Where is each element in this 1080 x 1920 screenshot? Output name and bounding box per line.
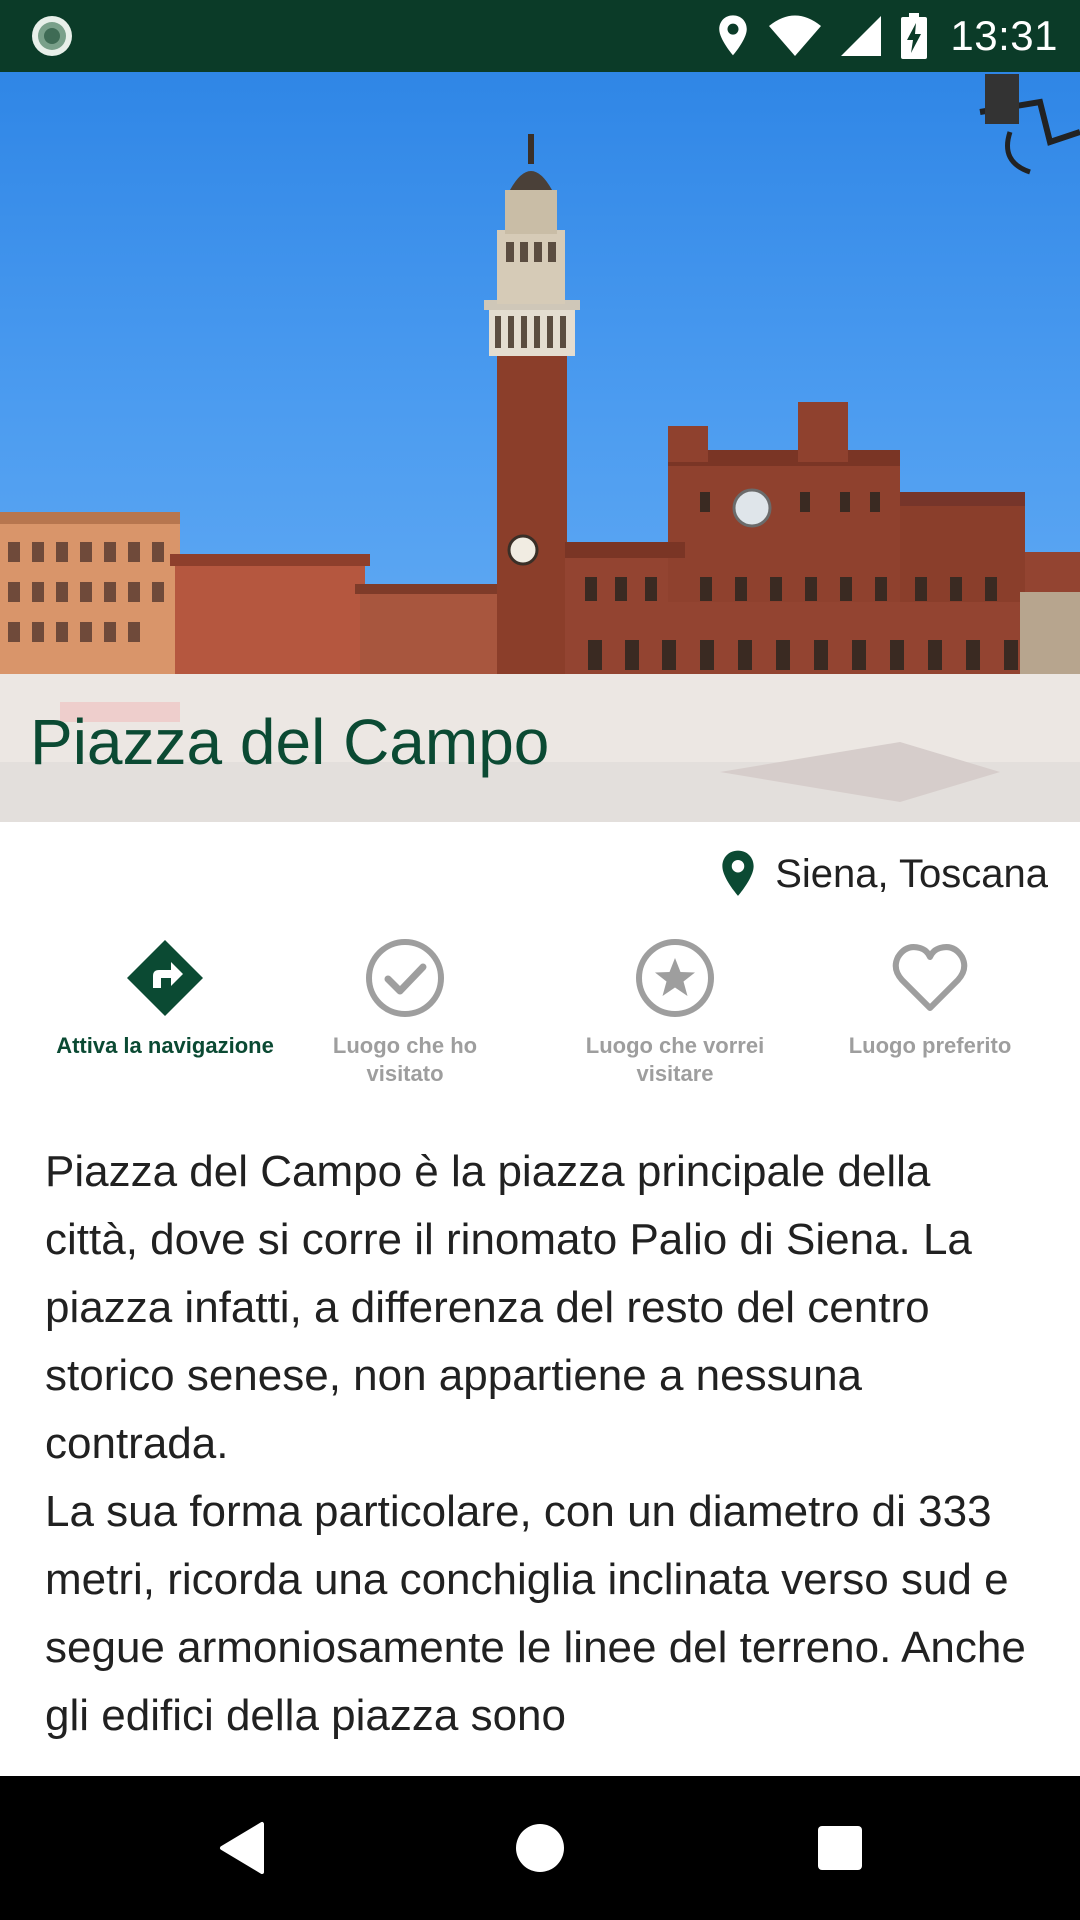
- wishlist-button[interactable]: Luogo che vorrei visitare: [565, 936, 785, 1088]
- location-text: Siena, Toscana: [775, 851, 1048, 896]
- navigation-button[interactable]: Attiva la navigazione: [55, 936, 275, 1060]
- action-bar: Attiva la navigazione Luogo che ho visit…: [0, 936, 1080, 1086]
- visited-button[interactable]: Luogo che ho visitato: [295, 936, 515, 1088]
- screen: 13:31 Piazza del Campo Siena, Toscana At…: [0, 0, 1080, 1920]
- description-paragraph-2: La sua forma particolare, con un diametr…: [45, 1487, 1026, 1740]
- app-notification-icon: [32, 16, 72, 56]
- navigation-label: Attiva la navigazione: [56, 1033, 274, 1058]
- description-paragraph-1: Piazza del Campo è la piazza principale …: [45, 1147, 972, 1468]
- status-time: 13:31: [950, 12, 1058, 59]
- status-icons: 13:31: [716, 0, 1058, 72]
- signal-icon: [841, 16, 882, 56]
- check-circle-icon: [366, 939, 444, 1017]
- favorite-button[interactable]: Luogo preferito: [820, 936, 1040, 1060]
- wifi-icon: [769, 15, 822, 56]
- favorite-label: Luogo preferito: [848, 1033, 1012, 1058]
- home-icon: [516, 1824, 564, 1872]
- battery-charging-icon: [901, 13, 928, 59]
- location-pin-icon: [722, 850, 754, 896]
- location-icon: [719, 15, 748, 56]
- wishlist-label: Luogo che vorrei visitare: [585, 1033, 765, 1086]
- system-nav-bar: [0, 1776, 1080, 1920]
- back-button[interactable]: [205, 1812, 277, 1884]
- recents-icon: [818, 1826, 862, 1870]
- status-bar: 13:31: [0, 0, 1080, 72]
- home-button[interactable]: [504, 1812, 576, 1884]
- title-overlay: Piazza del Campo: [0, 674, 1080, 822]
- visited-label: Luogo che ho visitato: [332, 1033, 478, 1086]
- recents-button[interactable]: [804, 1812, 876, 1884]
- back-icon: [220, 1822, 264, 1874]
- place-title: Piazza del Campo: [30, 706, 550, 778]
- description: Piazza del Campo è la piazza principale …: [45, 1138, 1035, 1778]
- heart-icon: [892, 944, 968, 1011]
- location-row: Siena, Toscana: [719, 846, 1048, 902]
- hero-image: Piazza del Campo: [0, 72, 1080, 822]
- navigation-icon: [127, 940, 203, 1016]
- star-circle-icon: [636, 939, 714, 1017]
